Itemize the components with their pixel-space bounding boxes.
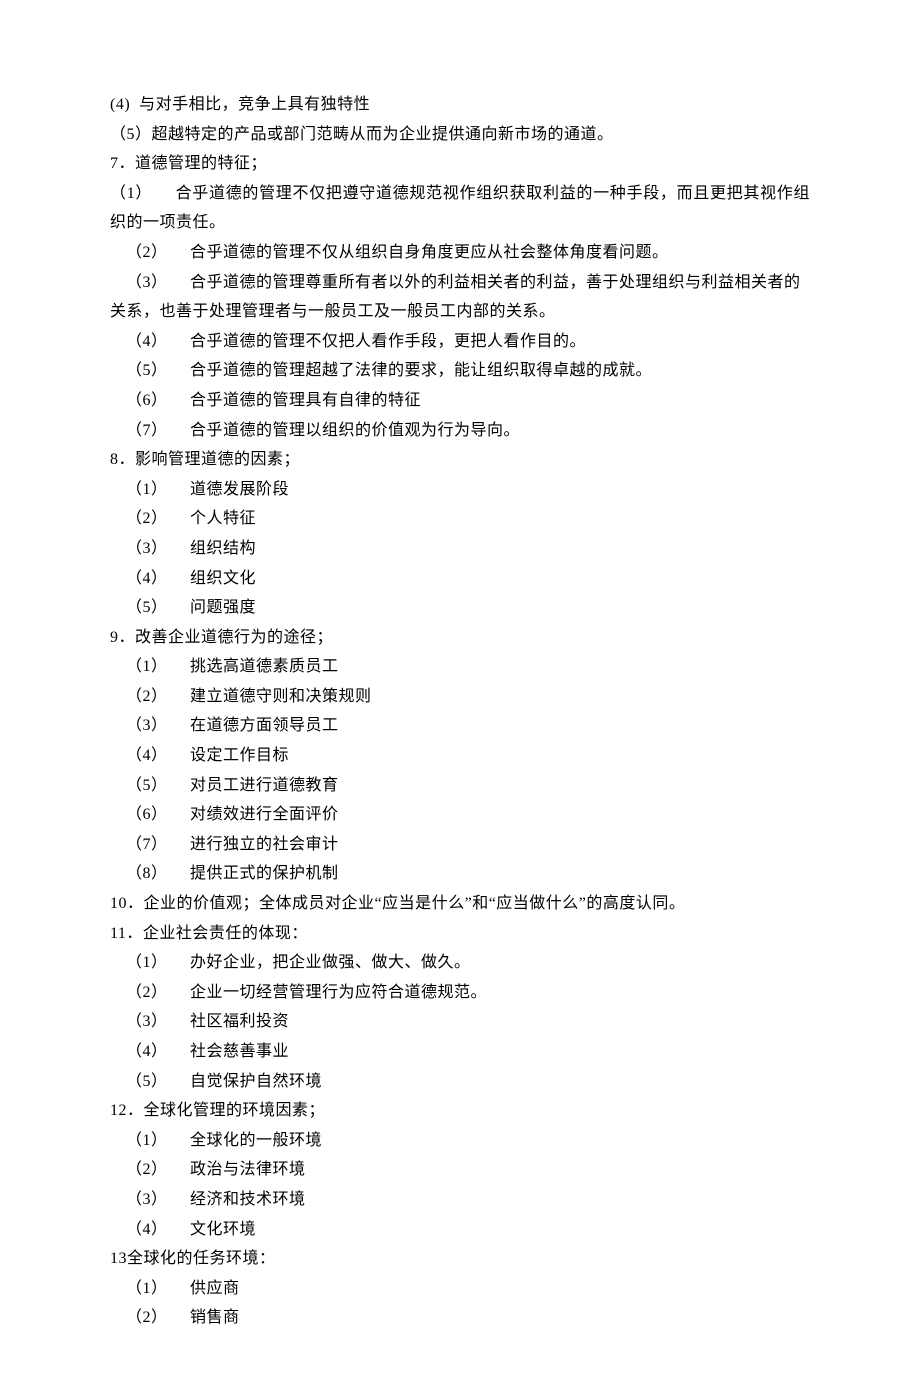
text-line: （2） 企业一切经营管理行为应符合道德规范。 xyxy=(110,978,810,1008)
text-line: （1） 办好企业，把企业做强、做大、做久。 xyxy=(110,948,810,978)
document-body: (4) 与对手相比，竞争上具有独特性（5）超越特定的产品或部门范畴从而为企业提供… xyxy=(110,90,810,1333)
text-line: （2） 政治与法律环境 xyxy=(110,1155,810,1185)
text-line: （4） 组织文化 xyxy=(110,564,810,594)
text-line: (4) 与对手相比，竞争上具有独特性 xyxy=(110,90,810,120)
text-line: 7．道德管理的特征； xyxy=(110,149,810,179)
text-line: （3） 合乎道德的管理尊重所有者以外的利益相关者的利益，善于处理组织与利益相关者… xyxy=(110,268,810,298)
text-line: 关系，也善于处理管理者与一般员工及一般员工内部的关系。 xyxy=(110,297,810,327)
text-line: （3） 在道德方面领导员工 xyxy=(110,711,810,741)
text-line: （7） 进行独立的社会审计 xyxy=(110,830,810,860)
text-line: （2） 合乎道德的管理不仅从组织自身角度更应从社会整体角度看问题。 xyxy=(110,238,810,268)
text-line: （4） 设定工作目标 xyxy=(110,741,810,771)
text-line: （4） 社会慈善事业 xyxy=(110,1037,810,1067)
text-line: 10．企业的价值观；全体成员对企业“应当是什么”和“应当做什么”的高度认同。 xyxy=(110,889,810,919)
text-line: （3） 社区福利投资 xyxy=(110,1007,810,1037)
text-line: （4） 合乎道德的管理不仅把人看作手段，更把人看作目的。 xyxy=(110,327,810,357)
text-line: （1） 供应商 xyxy=(110,1274,810,1304)
text-line: 11．企业社会责任的体现： xyxy=(110,919,810,949)
text-line: （1） 合乎道德的管理不仅把遵守道德规范视作组织获取利益的一种手段，而且更把其视… xyxy=(110,179,810,238)
text-line: （3） 经济和技术环境 xyxy=(110,1185,810,1215)
text-line: 8．影响管理道德的因素； xyxy=(110,445,810,475)
text-line: （6） 合乎道德的管理具有自律的特征 xyxy=(110,386,810,416)
text-line: （5） 对员工进行道德教育 xyxy=(110,771,810,801)
text-line: （5）超越特定的产品或部门范畴从而为企业提供通向新市场的通道。 xyxy=(110,120,810,150)
text-line: （8） 提供正式的保护机制 xyxy=(110,859,810,889)
text-line: （2） 个人特征 xyxy=(110,504,810,534)
text-line: （5） 自觉保护自然环境 xyxy=(110,1067,810,1097)
text-line: （4） 文化环境 xyxy=(110,1215,810,1245)
text-line: （5） 问题强度 xyxy=(110,593,810,623)
text-line: （6） 对绩效进行全面评价 xyxy=(110,800,810,830)
text-line: （1） 道德发展阶段 xyxy=(110,475,810,505)
text-line: （5） 合乎道德的管理超越了法律的要求，能让组织取得卓越的成就。 xyxy=(110,356,810,386)
text-line: （3） 组织结构 xyxy=(110,534,810,564)
text-line: （2） 建立道德守则和决策规则 xyxy=(110,682,810,712)
text-line: （2） 销售商 xyxy=(110,1303,810,1333)
text-line: （1） 挑选高道德素质员工 xyxy=(110,652,810,682)
text-line: 12．全球化管理的环境因素； xyxy=(110,1096,810,1126)
text-line: （1） 全球化的一般环境 xyxy=(110,1126,810,1156)
text-line: （7） 合乎道德的管理以组织的价值观为行为导向。 xyxy=(110,416,810,446)
text-line: 13全球化的任务环境： xyxy=(110,1244,810,1274)
text-line: 9．改善企业道德行为的途径； xyxy=(110,623,810,653)
